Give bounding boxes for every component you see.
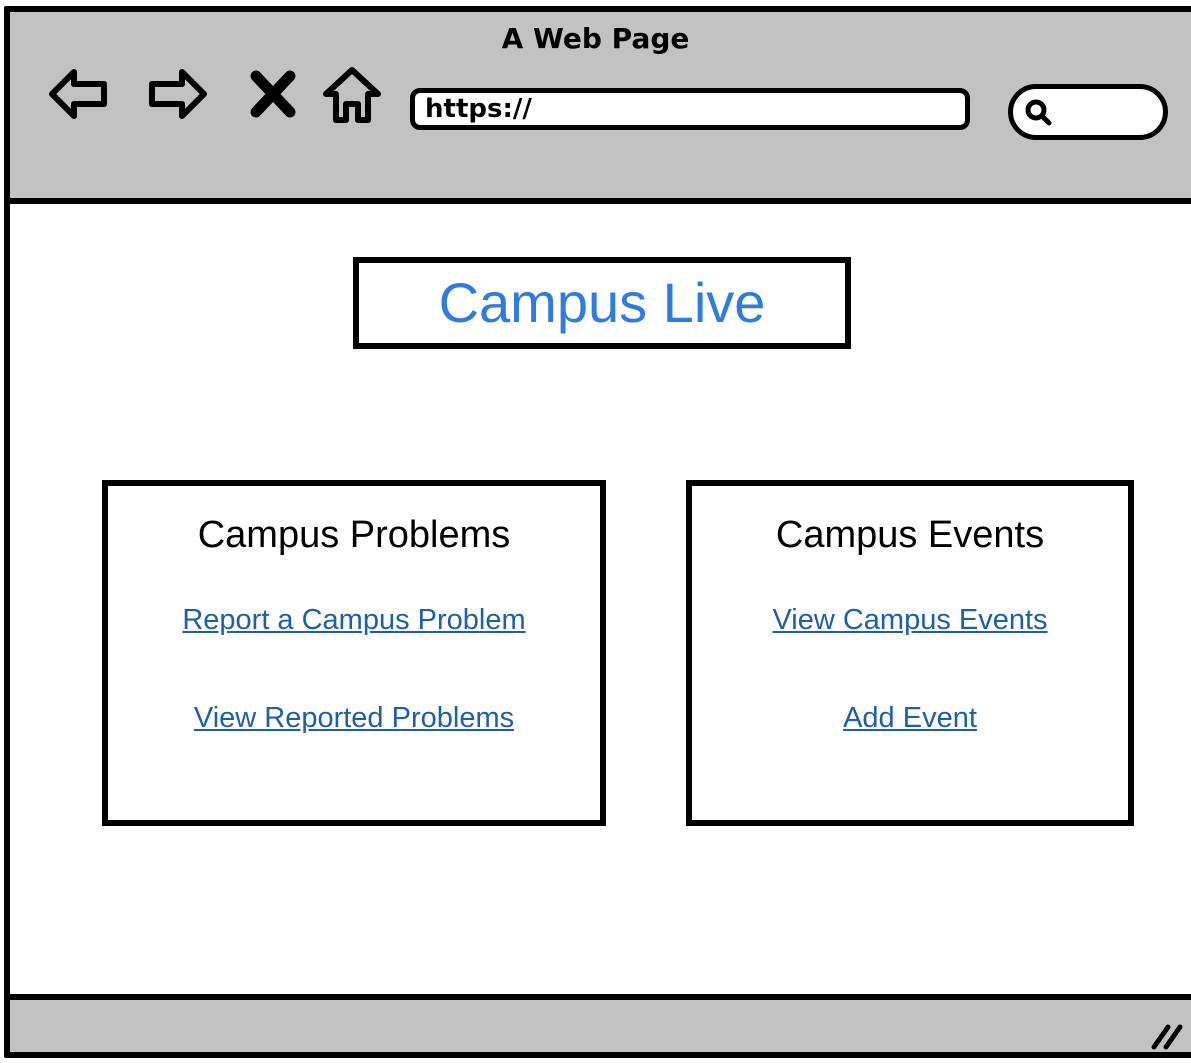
card-title: Campus Events: [775, 514, 1045, 556]
card-title: Campus Problems: [197, 514, 511, 556]
search-icon: [1023, 97, 1053, 127]
resize-grip-icon[interactable]: [1146, 1013, 1186, 1053]
page-title: Campus Live: [438, 271, 766, 334]
brand-header: Campus Live: [353, 257, 851, 349]
campus-problems-card: Campus Problems Report a Campus Problem …: [102, 480, 606, 826]
status-bar: [10, 994, 1191, 1052]
add-event-link[interactable]: Add Event: [692, 702, 1128, 735]
view-reported-problems-link[interactable]: View Reported Problems: [108, 702, 600, 735]
close-icon[interactable]: [246, 62, 300, 126]
report-problem-link[interactable]: Report a Campus Problem: [108, 604, 600, 637]
back-arrow-icon[interactable]: [46, 62, 110, 126]
search-input[interactable]: [1008, 84, 1168, 140]
url-input[interactable]: https://: [410, 88, 970, 130]
forward-arrow-icon[interactable]: [146, 62, 210, 126]
window-title: A Web Page: [501, 22, 690, 55]
view-events-link[interactable]: View Campus Events: [692, 604, 1128, 637]
home-icon[interactable]: [320, 62, 384, 126]
campus-events-card: Campus Events View Campus Events Add Eve…: [686, 480, 1134, 826]
